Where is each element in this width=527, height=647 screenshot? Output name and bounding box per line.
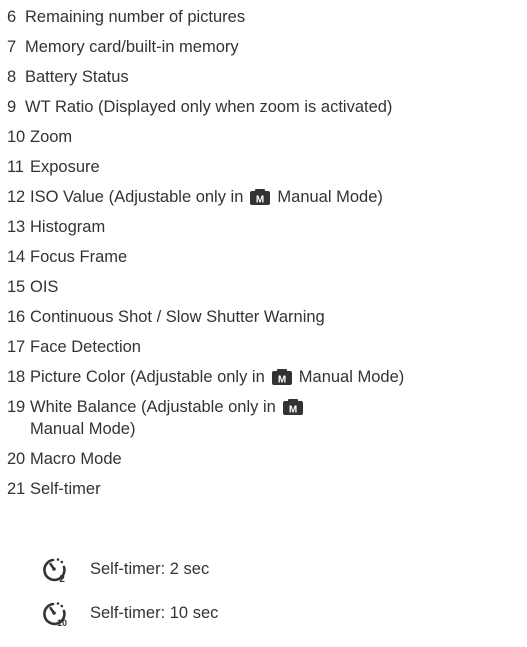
item-text-before: ISO Value (Adjustable only in [30, 188, 244, 206]
item-text: Exposure [30, 158, 100, 176]
list-item: 17 Face Detection [7, 336, 522, 358]
item-text: Continuous Shot / Slow Shutter Warning [30, 308, 325, 326]
indicator-list: 6 Remaining number of pictures 7 Memory … [7, 6, 522, 508]
item-text: Face Detection [30, 338, 141, 356]
item-text: White Balance (Adjustable only in M Manu… [30, 396, 360, 440]
item-text: Histogram [30, 218, 106, 236]
item-text: Focus Frame [30, 248, 128, 266]
mode-icon-letter: M [289, 405, 297, 416]
timer-digit: 2 [59, 574, 65, 584]
item-number: 9 [7, 98, 17, 116]
list-item: 18 Picture Color (Adjustable only in M M… [7, 366, 522, 388]
item-text: WT Ratio (Displayed only when zoom is ac… [25, 98, 393, 116]
list-item: 15 OIS [7, 276, 522, 298]
item-text: Battery Status [25, 68, 129, 86]
item-text-before: White Balance (Adjustable only in [30, 398, 276, 416]
item-text: Picture Color (Adjustable only in M Manu… [30, 366, 404, 388]
list-item: 11 Exposure [7, 156, 522, 178]
item-text-after: Manual Mode) [277, 188, 383, 206]
manual-mode-icon: M [282, 399, 303, 416]
item-number: 18 [7, 368, 25, 386]
item-number: 11 [7, 158, 24, 176]
list-item: 16 Continuous Shot / Slow Shutter Warnin… [7, 306, 522, 328]
item-number: 7 [7, 38, 17, 56]
item-text: Memory card/built-in memory [25, 38, 239, 56]
item-number: 6 [7, 8, 17, 26]
list-item: 20 Macro Mode [7, 448, 522, 470]
item-number: 16 [7, 308, 25, 326]
item-text: Macro Mode [30, 450, 122, 468]
item-text: ISO Value (Adjustable only in M Manual M… [30, 186, 383, 208]
manual-mode-icon: M [271, 369, 292, 386]
list-item: 7 Memory card/built-in memory [7, 36, 522, 58]
item-number: 17 [7, 338, 25, 356]
self-timer-options: 2 Self-timer: 2 sec 10 Self-timer: 10 se… [40, 555, 218, 643]
item-number: 20 [7, 450, 25, 468]
list-item: 9 WT Ratio (Displayed only when zoom is … [7, 96, 522, 118]
item-number: 15 [7, 278, 25, 296]
item-text: Self-timer [30, 480, 101, 498]
list-item: 2 Self-timer: 2 sec [40, 555, 218, 584]
list-item: 10 Self-timer: 10 sec [40, 599, 219, 628]
list-item: 12 ISO Value (Adjustable only in M Manua… [7, 186, 522, 208]
manual-mode-icon: M [250, 189, 271, 206]
item-number: 19 [7, 398, 25, 416]
item-text-after: Manual Mode) [298, 368, 405, 386]
list-item: 6 Remaining number of pictures [7, 6, 522, 28]
item-text: Remaining number of pictures [25, 8, 246, 26]
sub-item-label: Self-timer: 10 sec [90, 603, 219, 622]
self-timer-10-icon: 10 [43, 602, 67, 628]
list-item: 21 Self-timer [7, 478, 522, 500]
item-text: OIS [30, 278, 59, 296]
mode-icon-letter: M [278, 375, 286, 386]
item-number: 21 [7, 480, 25, 498]
manual-page: 6 Remaining number of pictures 7 Memory … [0, 0, 527, 647]
list-item: 14 Focus Frame [7, 246, 522, 268]
item-text-before: Picture Color (Adjustable only in [30, 368, 265, 386]
item-number: 8 [7, 68, 17, 86]
list-item: 19 White Balance (Adjustable only in M M… [7, 396, 522, 440]
item-number: 12 [7, 188, 25, 206]
item-number: 13 [7, 218, 25, 236]
list-item: 13 Histogram [7, 216, 522, 238]
list-item: 8 Battery Status [7, 66, 522, 88]
item-number: 10 [7, 128, 25, 146]
mode-icon-letter: M [256, 195, 264, 206]
list-item: 10 Zoom [7, 126, 522, 148]
item-text-after: Manual Mode) [30, 420, 136, 438]
timer-digit: 10 [57, 618, 67, 628]
item-number: 14 [7, 248, 25, 266]
sub-item-label: Self-timer: 2 sec [90, 559, 210, 578]
item-text: Zoom [30, 128, 73, 146]
self-timer-2-icon: 2 [43, 558, 66, 584]
